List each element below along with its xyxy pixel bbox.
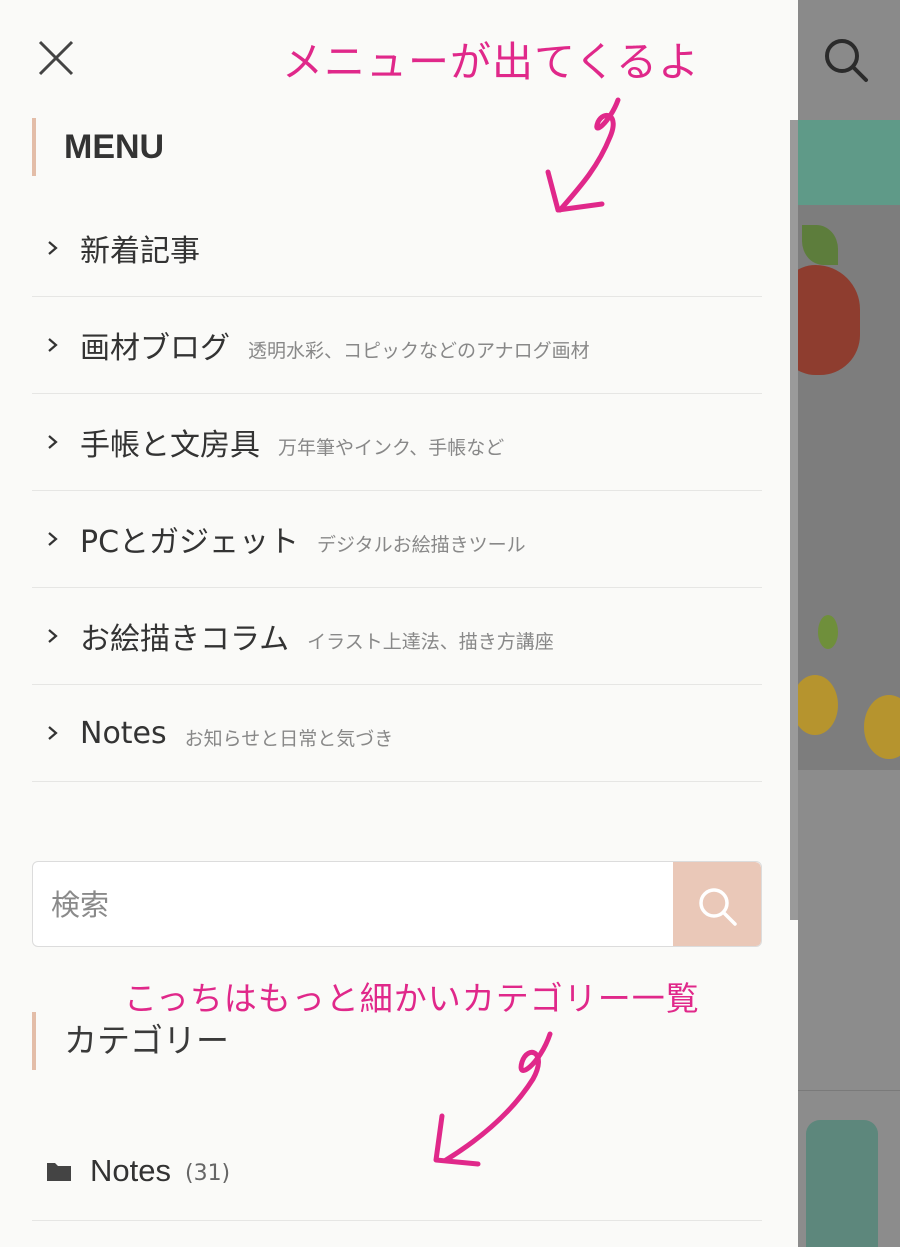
chevron-right-icon (48, 338, 58, 352)
menu-item-drawing-column[interactable]: お絵描きコラム イラスト上達法、描き方講座 (32, 588, 762, 685)
category-count: (31) (184, 1160, 231, 1186)
menu-item-description: イラスト上達法、描き方講座 (307, 630, 554, 653)
search-icon (699, 888, 737, 926)
menu-item-label: PCとガジェット (80, 525, 300, 560)
background-header (798, 0, 900, 120)
menu-item-stationery[interactable]: 手帳と文房具 万年筆やインク、手帳など (32, 394, 762, 491)
menu-item-pc-gadgets[interactable]: PCとガジェット デジタルお絵描きツール (32, 491, 762, 588)
annotation-top: メニューが出てくるよ (282, 38, 700, 86)
side-drawer: メニューが出てくるよ MENU 新着記事 画材ブログ 透明水彩、コピックなどのア… (0, 0, 798, 1247)
menu-heading: MENU (32, 118, 164, 176)
menu-item-label: 新着記事 (80, 234, 200, 269)
menu-item-label: お絵描きコラム (80, 622, 290, 657)
category-label: Notes (90, 1153, 171, 1188)
menu-item-art-supplies[interactable]: 画材ブログ 透明水彩、コピックなどのアナログ画材 (32, 297, 762, 394)
chevron-right-icon (48, 532, 58, 546)
menu-item-new-articles[interactable]: 新着記事 (32, 200, 762, 297)
chevron-right-icon (48, 435, 58, 449)
category-item-notes[interactable]: Notes (31) (32, 1122, 762, 1221)
background-card (806, 1120, 878, 1247)
search-input[interactable] (33, 862, 673, 946)
category-heading: カテゴリー (32, 1012, 229, 1070)
background-banner (798, 120, 900, 205)
chevron-right-icon (48, 726, 58, 740)
chevron-right-icon (48, 241, 58, 255)
chevron-right-icon (48, 629, 58, 643)
menu-item-label: 画材ブログ (80, 331, 230, 366)
close-icon[interactable] (36, 38, 76, 78)
drawer-scrollbar[interactable] (790, 120, 798, 920)
menu-item-label: 手帳と文房具 (80, 428, 260, 463)
background-divider (798, 1090, 900, 1091)
menu-item-description: お知らせと日常と気づき (184, 727, 394, 750)
annotation-arrow-top (545, 97, 621, 213)
background-illustration (798, 205, 900, 770)
menu-item-description: 万年筆やインク、手帳など (278, 436, 505, 459)
menu-list: 新着記事 画材ブログ 透明水彩、コピックなどのアナログ画材 手帳と文房具 万年筆… (32, 200, 762, 782)
search-button[interactable] (673, 862, 761, 946)
menu-item-description: 透明水彩、コピックなどのアナログ画材 (248, 339, 590, 362)
background-page (798, 0, 900, 1247)
folder-icon (47, 1163, 71, 1181)
menu-item-description: デジタルお絵描きツール (317, 533, 526, 556)
search-form (32, 861, 762, 947)
menu-item-label: Notes (80, 715, 167, 751)
search-icon[interactable] (820, 34, 870, 84)
menu-item-notes[interactable]: Notes お知らせと日常と気づき (32, 685, 762, 782)
